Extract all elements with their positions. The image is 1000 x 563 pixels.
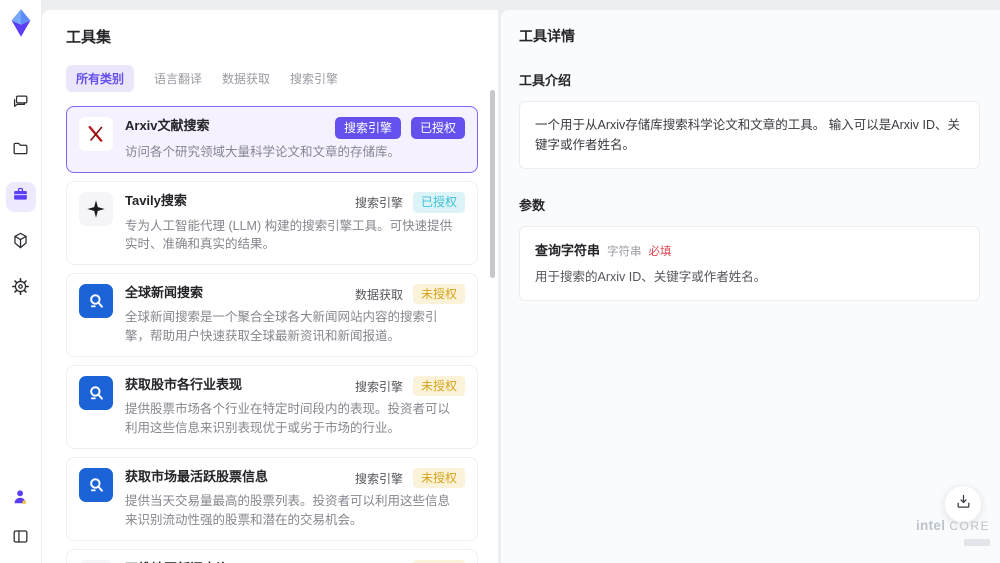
auth-badge: 已授权 <box>412 192 465 213</box>
tab-category-2[interactable]: 数据获取 <box>222 65 270 92</box>
tool-card-4[interactable]: 获取市场最活跃股票信息 搜索引擎 未授权 提供当天交易量最高的股票列表。投资者可… <box>66 456 478 541</box>
sidebar-bottom <box>7 485 35 553</box>
category-label: 数据获取 <box>354 287 403 302</box>
tool-name: Arxiv文献搜索 <box>125 118 210 133</box>
details-title: 工具详情 <box>519 28 575 44</box>
tool-name: 全球新闻搜索 <box>125 285 204 301</box>
intro-card: 一个用于从Arxiv存储库搜索科学论文和文章的工具。 输入可以是Arxiv ID… <box>519 101 980 169</box>
download-icon <box>955 493 972 515</box>
details-panel: 工具详情 工具介绍 一个用于从Arxiv存储库搜索科学论文和文章的工具。 输入可… <box>501 10 1000 563</box>
icon-sidebar <box>0 0 42 563</box>
tool-badges: 数据获取 未授权 <box>347 284 465 305</box>
tool-card-0[interactable]: Arxiv文献搜索 搜索引擎 已授权 访问各个研究领域大量科学论文和文章的存储库… <box>66 106 478 174</box>
tool-body: Tavily搜索 搜索引擎 已授权 专为人工智能代理 (LLM) 构建的搜索引擎… <box>125 192 465 254</box>
auth-badge: 未授权 <box>412 284 465 305</box>
intro-heading: 工具介绍 <box>519 73 572 88</box>
category-label: 搜索引擎 <box>354 379 403 394</box>
param-required: 必填 <box>648 246 672 258</box>
tools-panel: 工具集 所有类别 语言翻译 数据获取 搜索引擎 Arxiv文献搜索 搜索引擎 已授权 … <box>42 10 498 563</box>
brand-core: core <box>949 519 990 533</box>
tool-name: Tavily搜索 <box>125 193 187 209</box>
user-icon <box>11 487 30 511</box>
param-type: 字符串 <box>607 246 642 258</box>
sidebar-item-cube[interactable] <box>6 228 36 258</box>
auth-badge: 未授权 <box>412 375 465 397</box>
brand-intel: intel <box>916 518 946 533</box>
tool-description: 全球新闻搜索是一个聚合全球各大新闻网站内容的搜索引擎，帮助用户快速获取全球最新资… <box>125 310 438 344</box>
sidebar-nav <box>5 90 36 304</box>
params-heading: 参数 <box>519 198 546 213</box>
page-title: 工具集 <box>66 29 112 46</box>
intel-core-logo: intel core <box>916 518 990 551</box>
tab-category-0[interactable]: 所有类别 <box>66 65 135 92</box>
category-label: 搜索引擎 <box>354 195 403 210</box>
tool-name: 获取股市各行业表现 <box>125 376 243 392</box>
tool-description: 访问各个研究领域大量科学论文和文章的存储库。 <box>125 145 401 160</box>
sidebar-item-chat[interactable] <box>6 90 36 120</box>
tool-card-3[interactable]: 获取股市各行业表现 搜索引擎 未授权 提供股票市场各个行业在特定时间段内的表现。… <box>66 364 478 449</box>
intro-text: 一个用于从Arxiv存储库搜索科学论文和文章的工具。 输入可以是Arxiv ID… <box>535 118 961 152</box>
tab-category-1[interactable]: 语言翻译 <box>154 65 202 92</box>
sidebar-item-gear[interactable] <box>6 274 36 304</box>
tab-category-3[interactable]: 搜索引擎 <box>290 65 338 92</box>
tool-body: Arxiv文献搜索 搜索引擎 已授权 访问各个研究领域大量科学论文和文章的存储库… <box>125 117 465 162</box>
sidebar-item-folder[interactable] <box>6 136 36 166</box>
gear-icon <box>11 277 30 301</box>
tool-body: 获取市场最活跃股票信息 搜索引擎 未授权 提供当天交易量最高的股票列表。投资者可… <box>125 467 465 530</box>
tool-card-1[interactable]: Tavily搜索 搜索引擎 已授权 专为人工智能代理 (LLM) 构建的搜索引擎… <box>66 181 478 266</box>
category-tabs: 所有类别 语言翻译 数据获取 搜索引擎 <box>66 65 478 92</box>
tool-logo-arxiv-icon <box>79 117 113 151</box>
tool-badges: 搜索引擎 已授权 <box>327 117 465 140</box>
param-list: 查询字符串 字符串 必填 用于搜索的Arxiv ID、关键字或作者姓名。 <box>519 226 980 301</box>
briefcase-icon <box>11 185 30 209</box>
sidebar-item-briefcase[interactable] <box>5 182 36 212</box>
tool-description: 提供股票市场各个行业在特定时间段内的表现。投资者可以利用这些信息来识别表现优于或… <box>125 402 451 436</box>
tool-logo-news-icon <box>79 284 113 319</box>
param-head: 查询字符串 字符串 必填 <box>535 240 964 259</box>
auth-badge: 未授权 <box>412 467 465 489</box>
category-badge: 搜索引擎 <box>334 117 401 140</box>
scrollbar-thumb[interactable] <box>490 90 495 278</box>
tool-body: 全球新闻搜索 数据获取 未授权 全球新闻搜索是一个聚合全球各大新闻网站内容的搜索… <box>125 284 465 346</box>
panel-icon <box>11 527 30 551</box>
tool-description: 专为人工智能代理 (LLM) 构建的搜索引擎工具。可快速提供实时、准确和真实的结… <box>125 218 453 252</box>
tool-badges: 搜索引擎 未授权 <box>347 375 465 397</box>
app-window: 工具集 所有类别 语言翻译 数据获取 搜索引擎 Arxiv文献搜索 搜索引擎 已授权 … <box>0 0 1000 563</box>
tool-name: 获取市场最活跃股票信息 <box>125 468 269 484</box>
sidebar-item-panel[interactable] <box>7 525 35 553</box>
intel-ultra-chip <box>964 539 990 546</box>
sidebar-item-user[interactable] <box>7 485 35 513</box>
tool-card-2[interactable]: 全球新闻搜索 数据获取 未授权 全球新闻搜索是一个聚合全球各大新闻网站内容的搜索… <box>66 273 478 357</box>
tool-badges: 搜索引擎 未授权 <box>347 467 465 489</box>
tool-logo-tavily-icon <box>79 192 113 227</box>
tool-logo-news-icon <box>79 375 113 410</box>
tool-list: Arxiv文献搜索 搜索引擎 已授权 访问各个研究领域大量科学论文和文章的存储库… <box>66 106 478 563</box>
auth-badge: 已授权 <box>410 117 465 140</box>
cube-icon <box>11 231 30 255</box>
folder-icon <box>11 139 30 163</box>
param-description: 用于搜索的Arxiv ID、关键字或作者姓名。 <box>535 270 767 284</box>
tool-body: 获取股市各行业表现 搜索引擎 未授权 提供股票市场各个行业在特定时间段内的表现。… <box>125 375 465 438</box>
tool-badges: 搜索引擎 已授权 <box>347 192 465 213</box>
tool-description: 提供当天交易量最高的股票列表。投资者可以利用这些信息来识别流动性强的股票和潜在的… <box>125 494 451 527</box>
param-card: 查询字符串 字符串 必填 用于搜索的Arxiv ID、关键字或作者姓名。 <box>519 226 980 301</box>
tool-card-5[interactable]: 万维地区新闻查询 搜索引擎 未授权 查询具体行政区划内的新闻，快速了解各地新闻动 <box>66 548 478 563</box>
app-logo-icon <box>6 8 36 38</box>
tool-logo-news-icon <box>79 467 113 502</box>
category-label: 搜索引擎 <box>354 471 403 486</box>
param-name: 查询字符串 <box>535 243 601 258</box>
chat-icon <box>11 93 30 117</box>
